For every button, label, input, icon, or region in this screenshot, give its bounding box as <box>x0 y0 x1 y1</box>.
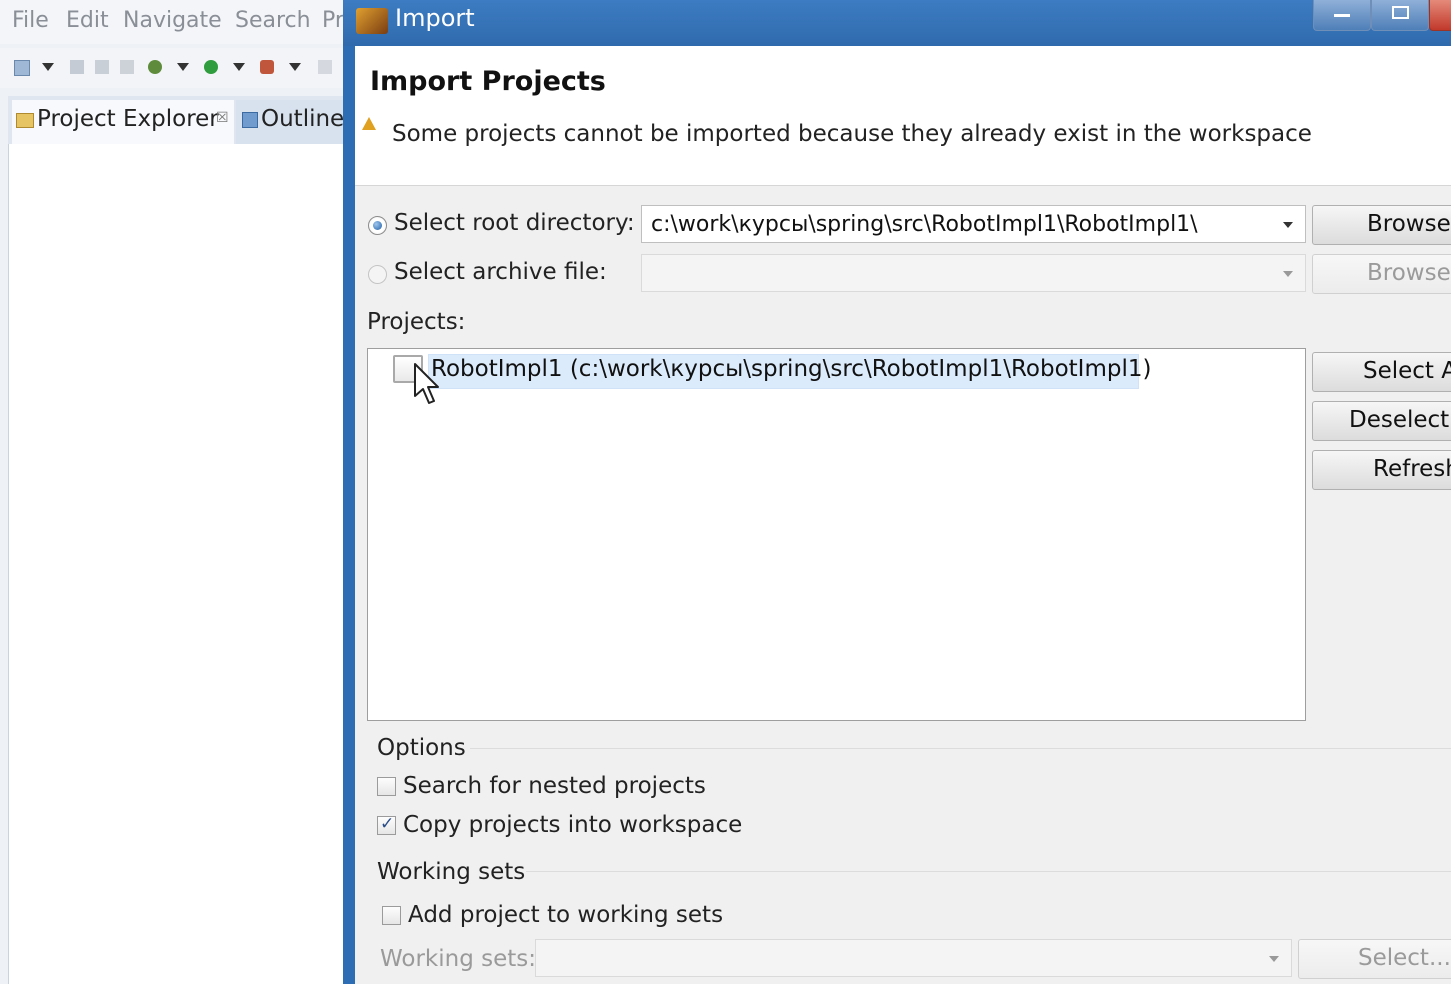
archive-file-combo[interactable] <box>641 254 1306 292</box>
maximize-icon <box>1392 6 1409 19</box>
folder-icon <box>16 113 34 128</box>
copy-projects-checkbox[interactable] <box>377 814 396 835</box>
run-dropdown-icon[interactable] <box>233 63 245 71</box>
debug-dropdown-icon[interactable] <box>177 63 189 71</box>
external-tools-icon[interactable] <box>260 60 274 74</box>
external-tools-dropdown-icon[interactable] <box>289 63 301 71</box>
run-icon[interactable] <box>204 60 218 74</box>
root-directory-radio[interactable] <box>368 216 387 235</box>
save-all-icon[interactable] <box>95 60 109 74</box>
outline-icon <box>242 112 258 128</box>
working-sets-group-title: Working sets <box>377 859 526 885</box>
browse-archive-label: Browse... <box>1367 260 1451 286</box>
dialog-titlebar[interactable] <box>343 0 1451 46</box>
menu-bar: File Edit Navigate Search Pr <box>0 0 345 44</box>
project-item-label[interactable]: RobotImpl1 (c:\work\курсы\spring\src\Rob… <box>431 356 1151 382</box>
menu-navigate[interactable]: Navigate <box>123 8 222 33</box>
select-all-label: Select All <box>1363 358 1451 384</box>
maximize-button[interactable] <box>1371 0 1429 31</box>
select-working-sets-label: Select... <box>1358 945 1451 971</box>
print-icon[interactable] <box>120 60 134 74</box>
wizard-page-title: Import Projects <box>370 66 606 97</box>
project-explorer-label: Project Explorer <box>37 106 219 132</box>
add-to-working-sets-label[interactable]: Add project to working sets <box>408 902 723 928</box>
refresh-button[interactable]: Refresh <box>1312 450 1451 490</box>
search-nested-label[interactable]: Search for nested projects <box>403 773 706 799</box>
new-dropdown-icon[interactable] <box>42 63 54 71</box>
add-to-working-sets-checkbox[interactable] <box>382 906 401 925</box>
save-icon[interactable] <box>70 60 84 74</box>
search-nested-checkbox[interactable] <box>377 777 396 796</box>
browse-archive-button[interactable]: Browse... <box>1312 254 1451 294</box>
chevron-down-icon[interactable] <box>1269 956 1279 962</box>
browse-directory-button[interactable]: Browse... <box>1312 205 1451 245</box>
dialog-title: Import <box>395 4 475 32</box>
copy-projects-label[interactable]: Copy projects into workspace <box>403 812 742 838</box>
archive-file-label: Select archive file: <box>394 259 607 285</box>
close-button[interactable] <box>1429 0 1451 31</box>
browse-directory-label: Browse... <box>1367 211 1451 237</box>
working-sets-separator <box>526 871 1451 872</box>
pin-icon[interactable] <box>318 60 332 74</box>
mouse-cursor-icon <box>414 363 439 404</box>
new-icon[interactable] <box>14 60 30 76</box>
archive-file-radio[interactable] <box>368 265 387 284</box>
chevron-down-icon[interactable] <box>1283 271 1293 277</box>
working-sets-label: Working sets: <box>380 946 537 972</box>
minimize-button[interactable] <box>1313 0 1371 31</box>
minimize-icon <box>1334 14 1350 17</box>
options-group-title: Options <box>377 735 466 761</box>
close-tab-icon[interactable]: ☒ <box>216 110 229 126</box>
warning-message: Some projects cannot be imported because… <box>392 121 1312 147</box>
chevron-down-icon[interactable] <box>1283 222 1293 228</box>
working-sets-combo[interactable] <box>535 939 1292 977</box>
select-all-button[interactable]: Select All <box>1312 352 1451 392</box>
options-separator <box>470 748 1451 749</box>
debug-icon[interactable] <box>148 60 162 74</box>
menu-file[interactable]: File <box>12 8 49 33</box>
select-working-sets-button[interactable]: Select... <box>1298 939 1451 979</box>
projects-label: Projects: <box>367 309 466 335</box>
root-directory-value: c:\work\курсы\spring\src\RobotImpl1\Robo… <box>651 212 1198 237</box>
menu-project[interactable]: Pr <box>322 8 344 33</box>
outline-label: Outline <box>261 106 345 132</box>
warning-icon <box>362 117 376 130</box>
root-directory-label: Select root directory: <box>394 210 635 236</box>
menu-edit[interactable]: Edit <box>66 8 109 33</box>
deselect-all-label: Deselect All <box>1349 407 1451 433</box>
import-wizard-icon <box>356 8 388 34</box>
deselect-all-button[interactable]: Deselect All <box>1312 401 1451 441</box>
projects-list[interactable] <box>367 348 1306 721</box>
refresh-label: Refresh <box>1373 456 1451 482</box>
menu-search[interactable]: Search <box>235 8 311 33</box>
root-directory-combo[interactable]: c:\work\курсы\spring\src\RobotImpl1\Robo… <box>641 205 1306 243</box>
project-explorer-panel <box>8 144 346 984</box>
